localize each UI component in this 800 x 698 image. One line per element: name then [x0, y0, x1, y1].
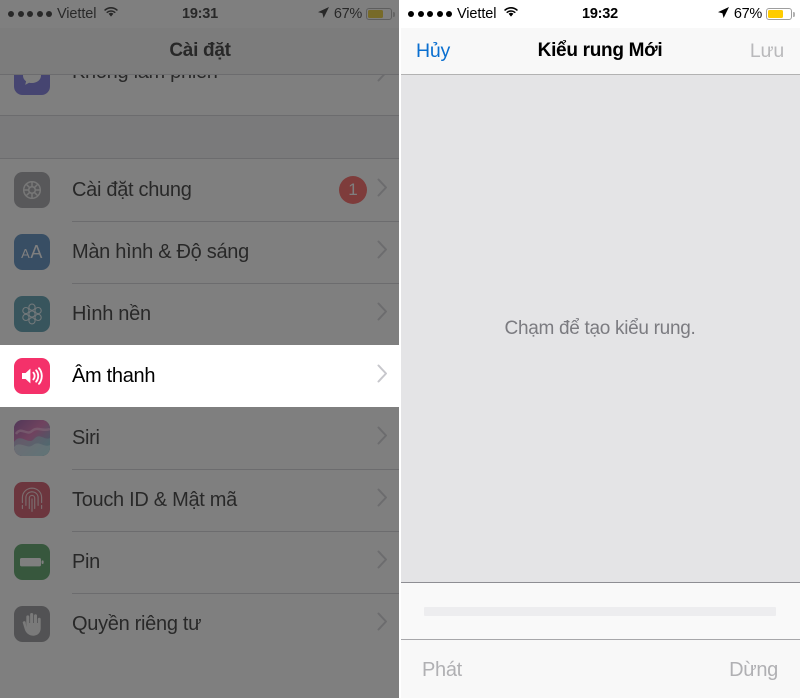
wallpaper-icon: [14, 296, 50, 332]
battery-percent-label: 67%: [333, 6, 362, 22]
wifi-icon: [103, 6, 119, 22]
clock-time: 19:31: [181, 6, 219, 22]
display-brightness-icon: AA: [14, 234, 50, 270]
panel-divider: [399, 0, 401, 698]
settings-row-label: Cài đặt chung: [72, 178, 192, 201]
chevron-right-icon: [377, 550, 388, 574]
right-phone-screen: Viettel 19:32 67% Hủy Kiểu rung Mới Lưu …: [400, 0, 800, 698]
settings-row-fingerprint[interactable]: Touch ID & Mật mã: [0, 469, 400, 531]
settings-row-wallpaper[interactable]: Hình nền: [0, 283, 400, 345]
chevron-right-icon: [377, 612, 388, 636]
clock-time: 19:32: [581, 6, 619, 22]
settings-list: Không làm phiền Cài đặt chung 1 AA Màn hình…: [0, 59, 400, 655]
battery-percent-label: 67%: [733, 6, 762, 22]
left-nav-bar: Cài đặt: [0, 28, 400, 75]
settings-row-label: Quyền riêng tư: [72, 612, 202, 635]
notification-badge: 1: [339, 176, 367, 204]
location-arrow-icon: [717, 6, 730, 23]
settings-group-top: Không làm phiền: [0, 59, 400, 115]
play-button[interactable]: Phát: [422, 659, 462, 682]
chevron-right-icon: [377, 488, 388, 512]
left-status-bar: Viettel 19:31 67%: [0, 0, 400, 28]
chevron-right-icon: [377, 240, 388, 264]
settings-row-speaker-volume[interactable]: Âm thanh: [0, 345, 400, 407]
settings-group-middle: Cài đặt chung 1 AA Màn hình & Độ sáng Hình n…: [0, 159, 400, 345]
cancel-button[interactable]: Hủy: [416, 40, 450, 63]
chevron-right-icon: [377, 426, 388, 450]
battery-icon: [366, 7, 395, 21]
location-arrow-icon: [317, 6, 330, 23]
left-status-left: Viettel: [8, 6, 158, 22]
save-button[interactable]: Lưu: [750, 40, 784, 63]
bottom-toolbar: Phát Dừng: [400, 639, 800, 698]
gear-icon: [14, 172, 50, 208]
right-status-right: 67%: [642, 6, 795, 23]
signal-strength-dots-icon: [8, 11, 52, 17]
left-status-right: 67%: [242, 6, 395, 23]
hand-privacy-icon: [14, 606, 50, 642]
right-status-left: Viettel: [408, 6, 558, 22]
wifi-icon: [503, 6, 519, 22]
settings-row-label: Màn hình & Độ sáng: [72, 240, 249, 263]
page-title: Kiểu rung Mới: [537, 40, 663, 61]
battery-icon: [14, 544, 50, 580]
settings-row-do-not-disturb[interactable]: Không làm phiền: [0, 59, 400, 115]
vibration-tap-canvas[interactable]: Chạm để tạo kiểu rung.: [400, 75, 800, 583]
left-phone-screen: Viettel 19:31 67% Cài đặt Cài đặt chung …: [0, 0, 400, 698]
settings-row-label: Touch ID & Mật mã: [72, 488, 237, 511]
vibration-track-area[interactable]: [400, 583, 800, 639]
settings-row-hand-privacy[interactable]: Quyền riêng tư: [0, 593, 400, 655]
fingerprint-icon: [14, 482, 50, 518]
signal-strength-dots-icon: [408, 11, 452, 17]
canvas-hint-text: Chạm để tạo kiểu rung.: [504, 317, 696, 339]
section-gap: [0, 115, 400, 159]
settings-row-label: Pin: [72, 550, 101, 573]
right-nav-bar: Hủy Kiểu rung Mới Lưu: [400, 28, 800, 75]
settings-row-siri[interactable]: Siri: [0, 407, 400, 469]
chevron-right-icon: [377, 178, 388, 202]
vibration-progress-track[interactable]: [424, 606, 776, 616]
carrier-name: Viettel: [57, 6, 97, 22]
settings-row-label: Âm thanh: [72, 364, 156, 387]
settings-row-gear[interactable]: Cài đặt chung 1: [0, 159, 400, 221]
page-title: Cài đặt: [169, 40, 231, 61]
dual-screenshot-stage: Viettel 19:31 67% Cài đặt Cài đặt chung …: [0, 0, 800, 698]
settings-row-label: Siri: [72, 426, 100, 449]
siri-icon: [14, 420, 50, 456]
chevron-right-icon: [377, 364, 388, 388]
settings-group-highlight: Âm thanh: [0, 345, 400, 407]
speaker-volume-icon: [14, 358, 50, 394]
settings-row-battery[interactable]: Pin: [0, 531, 400, 593]
settings-row-label: Hình nền: [72, 302, 151, 325]
battery-icon: [766, 7, 795, 21]
right-status-bar: Viettel 19:32 67%: [400, 0, 800, 28]
carrier-name: Viettel: [457, 6, 497, 22]
stop-button[interactable]: Dừng: [729, 659, 778, 682]
settings-group-bottom: Siri Touch ID & Mật mã Pin Quyền riêng tư: [0, 407, 400, 655]
chevron-right-icon: [377, 302, 388, 326]
settings-row-display-brightness[interactable]: AA Màn hình & Độ sáng: [0, 221, 400, 283]
